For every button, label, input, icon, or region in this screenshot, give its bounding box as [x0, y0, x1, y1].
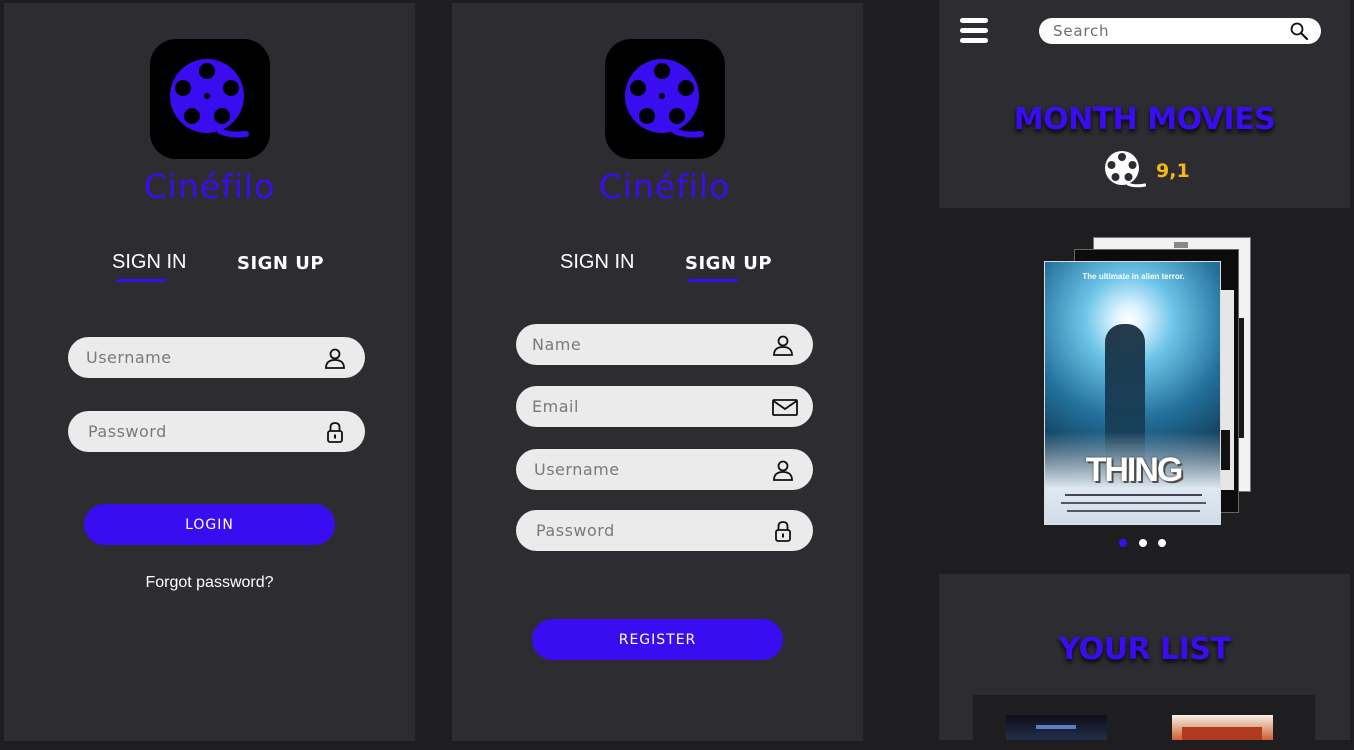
- sign-up-screen: Cinéfilo SIGN IN SIGN UP REGISTER: [452, 3, 863, 741]
- name-field: [516, 324, 813, 365]
- register-button[interactable]: REGISTER: [532, 619, 783, 660]
- film-reel-icon: [170, 59, 249, 138]
- carousel-dot-2[interactable]: [1139, 539, 1147, 547]
- carousel-dot-1[interactable]: [1119, 539, 1127, 547]
- home-screen: MONTH MOVIES 9,1 The ultimate in alien t…: [939, 0, 1350, 750]
- hamburger-menu-icon[interactable]: [960, 18, 988, 44]
- your-list-section: YOUR LIST: [939, 574, 1350, 740]
- poster-tagline: The ultimate in alien terror.: [1082, 272, 1185, 281]
- your-list-grid: [973, 695, 1315, 740]
- password-field: [68, 411, 365, 452]
- tab-sign-up[interactable]: SIGN UP: [685, 253, 772, 274]
- search-bar: [1039, 18, 1321, 44]
- app-logo: [605, 39, 725, 159]
- active-tab-indicator: [116, 279, 166, 282]
- lock-icon: [775, 521, 791, 542]
- list-item[interactable]: [1172, 715, 1273, 740]
- username-field: [68, 337, 365, 378]
- tab-sign-in[interactable]: SIGN IN: [112, 251, 186, 274]
- app-logo: [150, 39, 270, 159]
- movie-rating: 9,1: [1156, 160, 1190, 182]
- carousel-dot-3[interactable]: [1158, 539, 1166, 547]
- user-icon: [325, 348, 345, 369]
- password-field: [516, 510, 813, 551]
- tab-sign-up[interactable]: SIGN UP: [237, 253, 324, 274]
- sign-in-screen: Cinéfilo SIGN IN SIGN UP LOGIN Forgot pa…: [4, 3, 415, 741]
- user-icon: [773, 460, 793, 481]
- name-input[interactable]: [532, 324, 752, 365]
- email-field: [516, 386, 813, 427]
- movie-poster-front[interactable]: The ultimate in alien terror. THING: [1044, 261, 1221, 525]
- active-tab-indicator: [688, 279, 738, 282]
- lock-icon: [327, 422, 343, 443]
- your-list-heading: YOUR LIST: [1058, 632, 1231, 667]
- brand-name: Cinéfilo: [143, 167, 276, 206]
- search-input[interactable]: [1053, 18, 1273, 44]
- user-icon: [773, 335, 793, 356]
- username-input[interactable]: [534, 449, 754, 490]
- forgot-password-link[interactable]: Forgot password?: [4, 574, 415, 592]
- brand-name: Cinéfilo: [598, 167, 731, 206]
- tab-sign-in[interactable]: SIGN IN: [560, 251, 634, 274]
- password-input[interactable]: [536, 510, 756, 551]
- month-movies-heading: MONTH MOVIES: [1013, 102, 1276, 137]
- film-reel-icon: [1105, 151, 1146, 188]
- password-input[interactable]: [88, 411, 308, 452]
- home-header: MONTH MOVIES 9,1: [939, 0, 1350, 208]
- film-reel-icon: [625, 59, 704, 138]
- email-input[interactable]: [532, 386, 752, 427]
- poster-title: THING: [1085, 451, 1184, 489]
- login-button[interactable]: LOGIN: [84, 504, 335, 545]
- list-item[interactable]: [1006, 715, 1107, 740]
- username-input[interactable]: [86, 337, 306, 378]
- movie-carousel: The ultimate in alien terror. THING: [939, 208, 1350, 574]
- username-field: [516, 449, 813, 490]
- envelope-icon: [772, 399, 798, 416]
- search-icon[interactable]: [1289, 21, 1309, 41]
